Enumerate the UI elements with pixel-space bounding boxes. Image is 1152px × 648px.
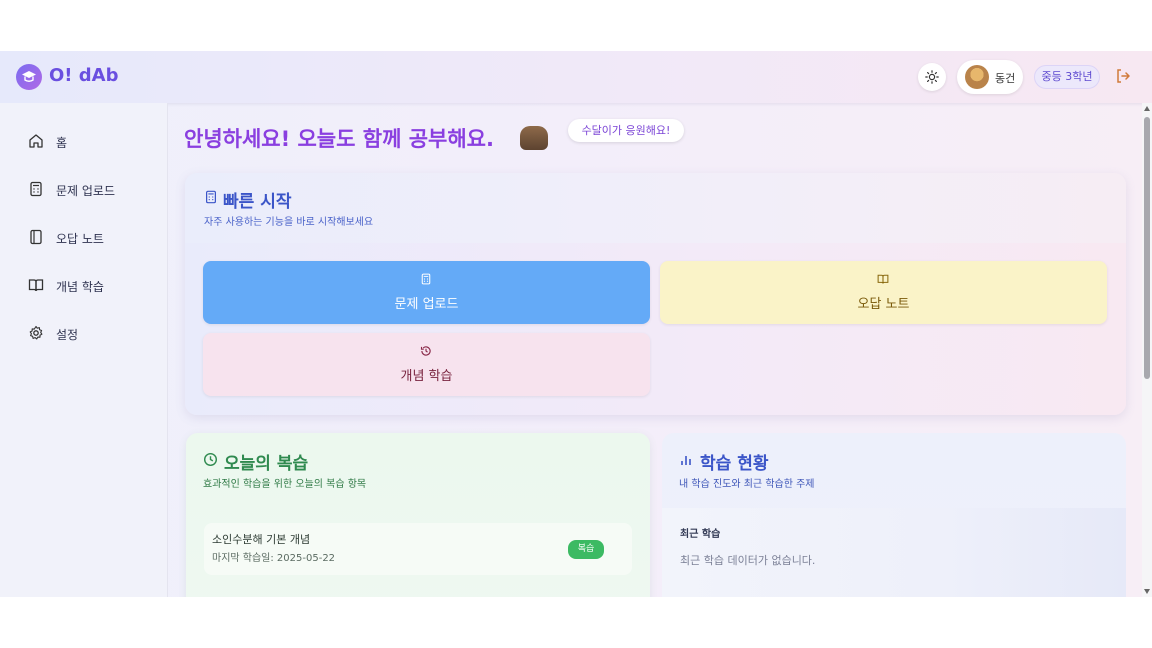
quick-button-label: 문제 업로드 <box>394 297 459 312</box>
sidebar-item-settings[interactable]: 설정 <box>0 315 168 351</box>
sidebar-item-label: 개념 학습 <box>56 280 104 294</box>
review-title: 오늘의 복습 <box>224 454 309 474</box>
quick-button-label: 오답 노트 <box>857 297 910 312</box>
home-icon <box>29 134 43 148</box>
bar-chart-icon <box>681 456 691 465</box>
notebook-icon <box>30 229 42 245</box>
sidebar-item-label: 설정 <box>56 328 79 342</box>
logout-button[interactable] <box>1114 67 1134 87</box>
logout-icon <box>1117 69 1130 83</box>
quick-start-subtitle: 자주 사용하는 기능을 바로 시작해보세요 <box>204 217 374 228</box>
review-badge[interactable]: 복습 <box>568 540 604 559</box>
user-profile-button[interactable]: 동건 <box>957 60 1023 94</box>
sidebar-item-label: 문제 업로드 <box>56 184 116 198</box>
clock-icon <box>203 452 218 467</box>
status-title: 학습 현황 <box>700 454 769 474</box>
book-open-icon <box>28 279 44 292</box>
sidebar-item-wrong-notes[interactable]: 오답 노트 <box>0 219 168 255</box>
book-open-icon <box>877 274 889 284</box>
recent-learning-title: 최근 학습 <box>680 529 721 540</box>
review-subtitle: 효과적인 학습을 위한 오늘의 복습 항목 <box>203 479 367 490</box>
app-logo-text[interactable]: O! dAb <box>49 65 118 86</box>
review-date: 마지막 학습일: 2025-05-22 <box>212 553 336 564</box>
cheer-badge: 수달이가 응원해요! <box>568 119 684 142</box>
quick-upload-button[interactable]: 문제 업로드 <box>203 261 650 324</box>
avatar <box>965 65 989 89</box>
quick-concept-button[interactable]: 개념 학습 <box>203 333 650 396</box>
sidebar-item-upload[interactable]: 문제 업로드 <box>0 171 168 207</box>
calculator-icon <box>421 273 431 285</box>
review-topic: 소인수분해 기본 개념 <box>212 533 311 546</box>
learning-status-card: 학습 현황 내 학습 진도와 최근 학습한 주제 최근 학습 최근 학습 데이터… <box>662 433 1126 597</box>
gear-icon <box>29 325 43 340</box>
quick-start-header: 빠른 시작 자주 사용하는 기능을 바로 시작해보세요 <box>185 173 1126 243</box>
quick-start-title: 빠른 시작 <box>223 192 292 212</box>
page-greeting: 안녕하세요! 오늘도 함께 공부해요. <box>184 127 494 151</box>
otter-mascot-image <box>520 126 548 150</box>
recent-learning-empty: 최근 학습 데이터가 없습니다. <box>680 554 816 567</box>
app-window: O! dAb 동건 중등 3학년 홈 문제 업로드 오답 노트 개념 학습 설정… <box>0 51 1152 597</box>
scrollbar-thumb[interactable] <box>1144 117 1150 379</box>
sidebar-item-concept[interactable]: 개념 학습 <box>0 267 168 303</box>
status-subtitle: 내 학습 진도와 최근 학습한 주제 <box>679 479 815 490</box>
logo-cap-icon[interactable] <box>16 64 42 90</box>
calculator-icon <box>206 190 216 204</box>
sun-icon <box>925 70 939 84</box>
scroll-up-arrow-icon[interactable] <box>1144 106 1150 111</box>
sidebar: 홈 문제 업로드 오답 노트 개념 학습 설정 <box>0 103 168 597</box>
theme-toggle-button[interactable] <box>918 63 946 91</box>
history-icon <box>420 346 431 356</box>
user-name: 동건 <box>995 72 1016 85</box>
scrollbar[interactable] <box>1142 103 1152 597</box>
sidebar-item-label: 오답 노트 <box>56 232 104 246</box>
scroll-down-arrow-icon[interactable] <box>1144 589 1150 594</box>
today-review-card: 오늘의 복습 효과적인 학습을 위한 오늘의 복습 항목 소인수분해 기본 개념… <box>186 433 650 597</box>
quick-button-label: 개념 학습 <box>400 369 453 384</box>
grade-badge: 중등 3학년 <box>1034 65 1100 89</box>
top-bar: O! dAb 동건 중등 3학년 <box>0 51 1152 103</box>
sidebar-item-home[interactable]: 홈 <box>0 123 168 159</box>
quick-wrong-notes-button[interactable]: 오답 노트 <box>660 261 1107 324</box>
calculator-icon <box>30 181 42 197</box>
recent-learning-panel: 최근 학습 최근 학습 데이터가 없습니다. <box>662 508 1126 597</box>
sidebar-item-label: 홈 <box>56 136 68 150</box>
